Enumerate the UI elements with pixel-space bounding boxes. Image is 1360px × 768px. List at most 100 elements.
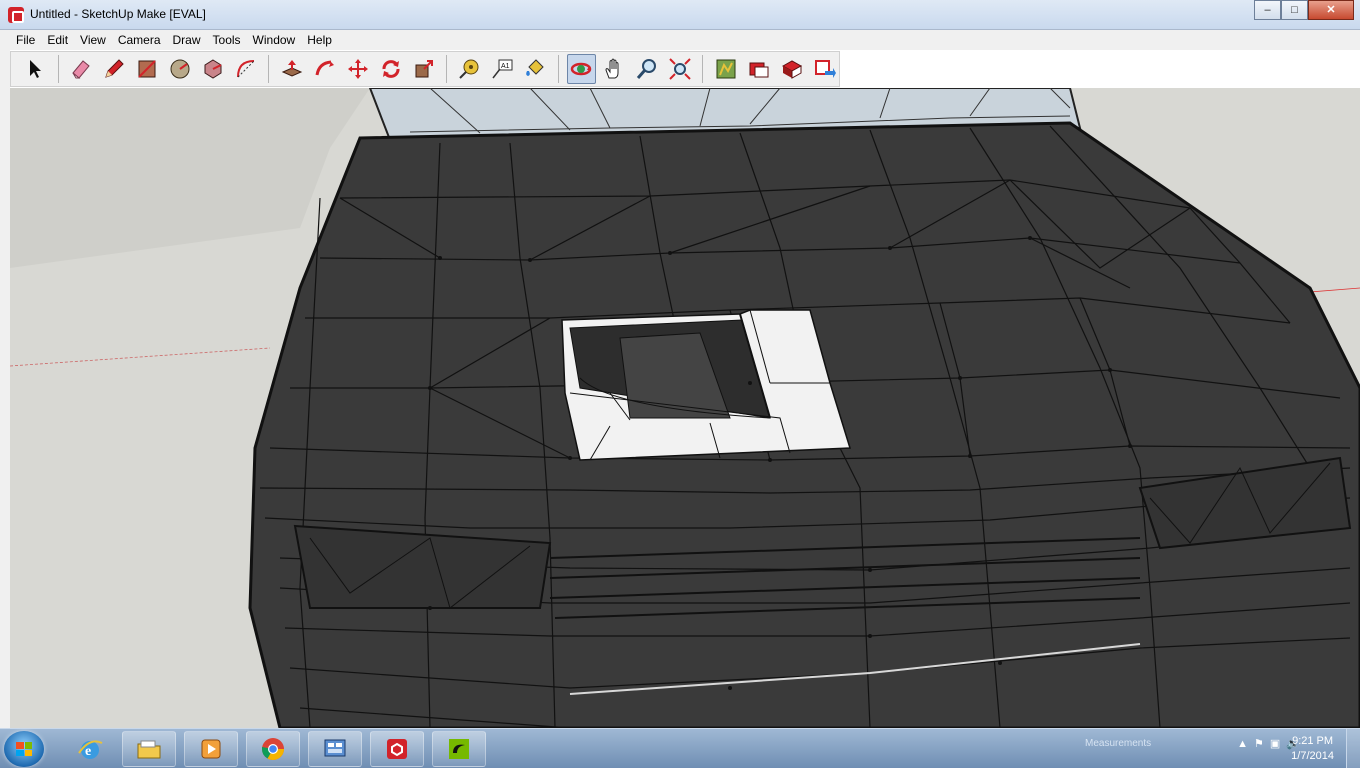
share-model-button[interactable] [810, 54, 839, 84]
windows-logo-icon [16, 742, 32, 756]
polygon-icon [204, 59, 222, 79]
arc-icon [236, 60, 255, 78]
media-player-icon [201, 739, 221, 759]
hood-scoop-opening [561, 309, 852, 461]
zoom-tool-button[interactable] [633, 54, 662, 84]
move-icon [347, 59, 368, 79]
flag-icon[interactable]: ⚑ [1254, 737, 1264, 750]
menu-bar: File Edit View Camera Draw Tools Window … [0, 30, 1360, 50]
paint-bucket-icon [526, 59, 544, 76]
taskbar-media-player[interactable] [184, 731, 238, 767]
circle-tool-button[interactable] [166, 54, 195, 84]
network-icon[interactable]: ▣ [1270, 737, 1280, 750]
menu-help[interactable]: Help [301, 33, 338, 47]
tape-measure-icon [459, 59, 479, 79]
move-tool-button[interactable] [343, 54, 372, 84]
orbit-tool-button[interactable] [566, 54, 596, 84]
push-pull-tool-button[interactable] [277, 54, 306, 84]
polygon-tool-button[interactable] [199, 54, 228, 84]
toolbar-separator [57, 55, 59, 83]
model-canvas[interactable] [10, 88, 1360, 728]
scale-tool-button[interactable] [409, 54, 438, 84]
get-models-icon [781, 60, 802, 79]
sketchup-window: Untitled - SketchUp Make [EVAL] ‒ □ ✕ Fi… [0, 0, 1360, 768]
menu-camera[interactable]: Camera [112, 33, 167, 47]
tape-measure-tool-button[interactable] [455, 54, 484, 84]
menu-draw[interactable]: Draw [167, 33, 207, 47]
circle-icon [170, 59, 190, 79]
paint-bucket-tool-button[interactable] [521, 54, 550, 84]
follow-me-tool-button[interactable] [310, 54, 339, 84]
arc-tool-button[interactable] [232, 54, 261, 84]
taskbar-nvidia[interactable] [432, 731, 486, 767]
eraser-tool-button[interactable] [67, 54, 96, 84]
window-controls: ‒ □ ✕ [1254, 0, 1354, 20]
rotate-tool-button[interactable] [376, 54, 405, 84]
nvidia-icon [449, 739, 469, 759]
push-pull-icon [281, 60, 303, 77]
chrome-icon [262, 738, 284, 760]
share-model-icon [814, 60, 836, 78]
control-panel-icon [324, 739, 346, 757]
window-title: Untitled - SketchUp Make [EVAL] [30, 7, 206, 21]
getting-started-toolbar: A1 [10, 51, 840, 87]
taskbar-control-panel[interactable] [308, 731, 362, 767]
orbit-icon [570, 62, 592, 76]
clock-time: 9:21 PM [1292, 735, 1334, 747]
pan-tool-button[interactable] [600, 54, 629, 84]
warehouse-icon [716, 59, 736, 79]
toolbar-separator [446, 55, 447, 83]
pencil-icon [105, 59, 124, 78]
zoom-icon [636, 59, 656, 79]
show-hidden-icons-icon[interactable]: ▲ [1237, 738, 1248, 750]
system-tray: Measurements ▲ ⚑ ▣ 🔈 [1084, 737, 1300, 751]
title-bar: Untitled - SketchUp Make [EVAL] ‒ □ ✕ [0, 0, 1360, 30]
taskbar-internet-explorer[interactable]: e [62, 731, 118, 767]
rectangle-tool-button[interactable] [133, 54, 162, 84]
3d-warehouse-button[interactable] [711, 54, 740, 84]
menu-file[interactable]: File [10, 33, 41, 47]
extension-icon [749, 62, 769, 78]
line-tool-button[interactable] [100, 54, 129, 84]
select-arrow-icon [30, 60, 42, 78]
close-button[interactable]: ✕ [1308, 0, 1354, 20]
toolbar-separator [702, 55, 704, 83]
taskbar-sketchup[interactable] [370, 731, 424, 767]
start-button[interactable] [4, 731, 44, 767]
taskbar-chrome[interactable] [246, 731, 300, 767]
text-tool-button[interactable]: A1 [488, 54, 517, 84]
zoom-extents-tool-button[interactable] [665, 54, 694, 84]
eraser-icon [72, 60, 91, 79]
ie-icon: e [78, 740, 103, 759]
get-models-button[interactable] [777, 54, 806, 84]
toolbar-separator [268, 55, 270, 83]
extension-warehouse-button[interactable] [744, 54, 773, 84]
rectangle-icon [138, 60, 156, 78]
svg-text:A1: A1 [501, 63, 510, 70]
system-clock[interactable]: 9:21 PM 1/7/2014 [1291, 734, 1334, 764]
menu-tools[interactable]: Tools [207, 33, 247, 47]
follow-me-icon [315, 60, 334, 76]
menu-edit[interactable]: Edit [41, 33, 74, 47]
scale-icon [415, 60, 433, 78]
window-left-frame [0, 30, 10, 728]
pan-hand-icon [605, 58, 619, 79]
sketchup-app-icon[interactable] [8, 7, 24, 23]
toolbar-separator [557, 55, 559, 83]
minimize-button[interactable]: ‒ [1254, 0, 1281, 20]
text-icon: A1 [492, 59, 513, 79]
rotate-icon [382, 60, 400, 78]
sketchup-icon [387, 739, 407, 759]
zoom-extents-icon [669, 58, 691, 80]
taskbar-file-explorer[interactable] [122, 731, 176, 767]
folder-icon [137, 740, 161, 759]
menu-view[interactable]: View [74, 33, 112, 47]
clock-date: 1/7/2014 [1291, 750, 1334, 762]
tray-label: Measurements [1084, 738, 1152, 749]
model-viewport[interactable] [10, 88, 1360, 728]
select-tool-button[interactable] [21, 54, 50, 84]
maximize-button[interactable]: □ [1281, 0, 1308, 20]
show-desktop-button[interactable] [1346, 729, 1360, 768]
windows-taskbar: e Measurements ▲ ⚑ ▣ 🔈 9:21 PM 1/7/2014 [0, 728, 1360, 768]
menu-window[interactable]: Window [247, 33, 302, 47]
